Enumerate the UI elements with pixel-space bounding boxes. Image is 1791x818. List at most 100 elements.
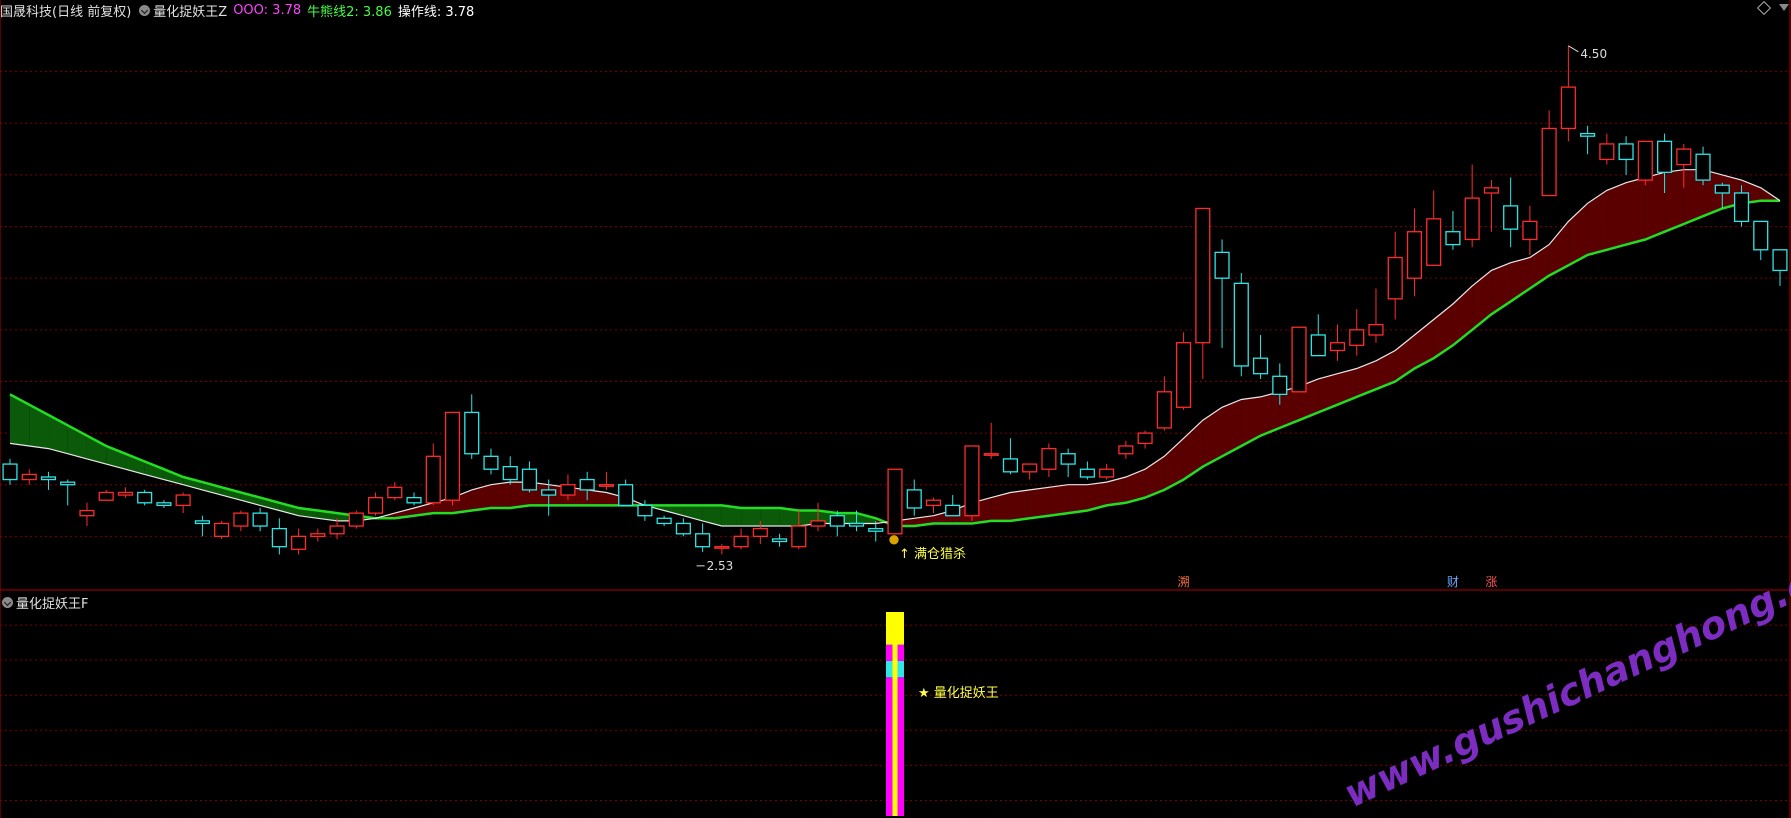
candle-body[interactable]: [733, 535, 749, 548]
candle[interactable]: [1772, 249, 1788, 286]
candle[interactable]: [1310, 314, 1326, 357]
candle-body[interactable]: [598, 484, 614, 487]
candle-body[interactable]: [1714, 184, 1730, 194]
candle-body[interactable]: [1695, 153, 1711, 181]
candle-body[interactable]: [1368, 324, 1384, 336]
candle-body[interactable]: [444, 411, 461, 501]
candle-body[interactable]: [887, 468, 903, 535]
candle-body[interactable]: [714, 546, 730, 549]
candle-body[interactable]: [367, 496, 384, 514]
candle[interactable]: [714, 544, 730, 555]
candle-body[interactable]: [1233, 282, 1249, 367]
candle[interactable]: [425, 443, 441, 506]
candle-body[interactable]: [964, 445, 980, 517]
candle-body[interactable]: [521, 468, 538, 491]
candle[interactable]: [1233, 273, 1249, 377]
candle-body[interactable]: [1176, 342, 1192, 408]
candle-body[interactable]: [1733, 192, 1750, 223]
candle-body[interactable]: [637, 504, 653, 517]
candle-body[interactable]: [945, 504, 961, 517]
candle[interactable]: [1118, 440, 1134, 459]
candle[interactable]: [464, 394, 480, 459]
candle[interactable]: [1252, 334, 1269, 379]
candle-body[interactable]: [329, 525, 345, 535]
candle-body[interactable]: [1214, 251, 1230, 279]
candle-body[interactable]: [233, 512, 249, 527]
candle-body[interactable]: [1599, 143, 1615, 161]
candle[interactable]: [1483, 180, 1499, 232]
candle[interactable]: [656, 515, 672, 527]
candlesticks[interactable]: [2, 45, 1788, 555]
candle[interactable]: [887, 468, 903, 535]
candle-body[interactable]: [502, 466, 518, 481]
candle[interactable]: [1195, 207, 1211, 379]
candle-body[interactable]: [1252, 357, 1269, 375]
candle-body[interactable]: [541, 489, 557, 496]
indicator-name[interactable]: 量化捉妖王Z: [153, 1, 227, 20]
candle[interactable]: [1002, 438, 1019, 475]
candle[interactable]: [1599, 133, 1615, 165]
candle[interactable]: [1406, 208, 1423, 297]
candle[interactable]: [1099, 464, 1115, 480]
candle-body[interactable]: [1291, 326, 1307, 393]
candle[interactable]: [233, 510, 249, 532]
sub-indicator-name[interactable]: 量化捉妖王F: [16, 593, 88, 612]
candle[interactable]: [117, 487, 134, 498]
candle-body[interactable]: [156, 502, 172, 507]
candle[interactable]: [1079, 461, 1095, 480]
candle[interactable]: [2, 458, 18, 485]
candle[interactable]: [1560, 45, 1576, 142]
candle[interactable]: [1618, 136, 1634, 175]
candle[interactable]: [1580, 125, 1596, 155]
candle-body[interactable]: [1195, 207, 1211, 344]
candle-body[interactable]: [271, 527, 287, 548]
candle-body[interactable]: [1272, 375, 1288, 396]
candle-body[interactable]: [868, 527, 884, 532]
candle-body[interactable]: [137, 491, 153, 504]
candle-body[interactable]: [1310, 334, 1326, 357]
candle[interactable]: [1695, 146, 1711, 186]
candle-body[interactable]: [387, 486, 403, 499]
candle-body[interactable]: [1676, 148, 1692, 166]
candle-body[interactable]: [1541, 127, 1557, 197]
candle[interactable]: [214, 520, 230, 539]
candle-body[interactable]: [983, 453, 999, 456]
chevron-down-icon[interactable]: [2, 596, 13, 608]
candle-body[interactable]: [1580, 132, 1596, 137]
candle-body[interactable]: [98, 491, 114, 501]
candle[interactable]: [137, 489, 153, 506]
candle[interactable]: [367, 492, 384, 516]
candle[interactable]: [348, 510, 364, 529]
candle[interactable]: [271, 518, 287, 555]
candle[interactable]: [983, 422, 999, 459]
candle[interactable]: [252, 507, 268, 532]
candle-body[interactable]: [252, 512, 268, 527]
candle[interactable]: [1214, 239, 1230, 348]
candle-body[interactable]: [348, 512, 364, 527]
candle-body[interactable]: [21, 473, 37, 481]
candle[interactable]: [156, 500, 172, 508]
candle-body[interactable]: [1387, 256, 1403, 300]
candle-body[interactable]: [1618, 143, 1634, 161]
candle-body[interactable]: [695, 533, 711, 548]
candle-body[interactable]: [925, 499, 942, 507]
candle[interactable]: [1445, 211, 1461, 250]
candle-body[interactable]: [829, 515, 845, 527]
candle-body[interactable]: [1753, 220, 1769, 251]
candle[interactable]: [675, 518, 691, 537]
candle-body[interactable]: [194, 520, 210, 525]
candle-body[interactable]: [906, 489, 922, 509]
candle[interactable]: [695, 523, 711, 552]
candle-body[interactable]: [214, 522, 230, 538]
candle[interactable]: [925, 497, 942, 514]
candle[interactable]: [1156, 376, 1172, 431]
candle-body[interactable]: [60, 481, 76, 486]
candle-body[interactable]: [117, 491, 134, 496]
candle-body[interactable]: [791, 525, 807, 548]
candle-body[interactable]: [1079, 468, 1095, 478]
candle-body[interactable]: [1406, 231, 1423, 279]
candle[interactable]: [502, 456, 518, 485]
candle[interactable]: [40, 471, 57, 490]
chevron-down-icon[interactable]: [139, 4, 151, 16]
candle[interactable]: [1522, 205, 1538, 255]
